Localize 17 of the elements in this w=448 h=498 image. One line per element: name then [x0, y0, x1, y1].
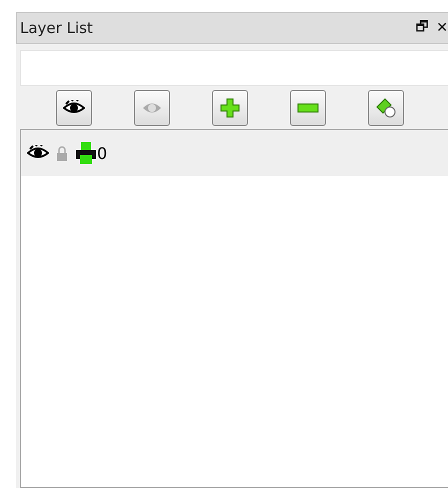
restore-button[interactable]: 🗗	[415, 16, 428, 40]
close-button[interactable]: ✕	[436, 20, 448, 36]
plus-icon	[220, 98, 240, 118]
panel-title: Layer List	[20, 19, 94, 37]
filter-field[interactable]	[20, 50, 448, 86]
layer-row[interactable]: 0	[21, 130, 448, 176]
eye-icon[interactable]	[27, 145, 49, 161]
minus-icon	[297, 103, 319, 113]
hide-all-button[interactable]	[134, 90, 170, 126]
edit-layer-button[interactable]	[368, 90, 404, 126]
printer-icon[interactable]	[75, 141, 97, 165]
pencil-eraser-icon	[375, 97, 397, 119]
eye-icon	[63, 100, 85, 116]
remove-layer-button[interactable]	[290, 90, 326, 126]
add-layer-button[interactable]	[212, 90, 248, 126]
layer-name: 0	[97, 144, 108, 162]
show-all-button[interactable]	[56, 90, 92, 126]
